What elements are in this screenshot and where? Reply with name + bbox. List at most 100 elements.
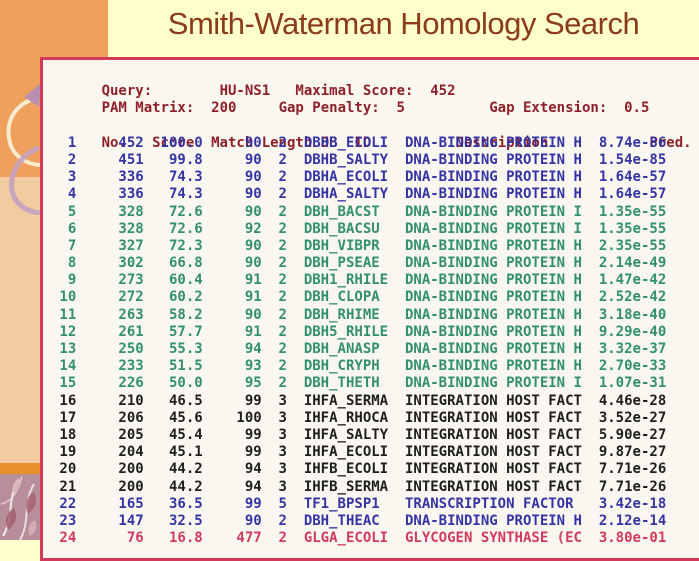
- cell-no: 14: [51, 358, 76, 375]
- cell-id: DBH_ANASP: [287, 341, 388, 358]
- cell-no: 4: [51, 186, 76, 203]
- page-title: Smith-Waterman Homology Search: [108, 6, 699, 42]
- cell-pred: 5.90e-27: [582, 427, 675, 444]
- cell-length: 90: [203, 204, 262, 221]
- cell-id: DBH_BACST: [287, 204, 388, 221]
- cell-score: 76: [76, 530, 143, 547]
- cell-score: 250: [76, 341, 143, 358]
- table-row: 1027260.2912DBH_CLOPADNA-BINDING PROTEIN…: [51, 289, 699, 306]
- table-row: 2120044.2943IHFB_SERMAINTEGRATION HOST F…: [51, 479, 699, 496]
- cell-description: GLYCOGEN SYNTHASE (EC: [388, 530, 582, 547]
- cell-description: INTEGRATION HOST FACT: [388, 444, 582, 461]
- cell-score: 261: [76, 324, 143, 341]
- cell-score: 336: [76, 169, 143, 186]
- cell-length: 91: [203, 272, 262, 289]
- table-row: 532872.6902DBH_BACSTDNA-BINDING PROTEIN …: [51, 204, 699, 221]
- cell-description: TRANSCRIPTION FACTOR: [388, 496, 582, 513]
- maximal-score-label: Maximal Score:: [295, 83, 421, 100]
- cell-match: 72.3: [144, 238, 203, 255]
- cell-db: 2: [262, 135, 287, 152]
- cell-length: 90: [203, 169, 262, 186]
- cell-score: 200: [76, 461, 143, 478]
- cell-length: 94: [203, 341, 262, 358]
- cell-id: DBHB_SALTY: [287, 152, 388, 169]
- table-row: 1423351.5932DBH_CRYPHDNA-BINDING PROTEIN…: [51, 358, 699, 375]
- cell-description: DNA-BINDING PROTEIN I: [388, 204, 582, 221]
- cell-length: 91: [203, 324, 262, 341]
- cell-db: 2: [262, 255, 287, 272]
- cell-length: 92: [203, 221, 262, 238]
- cell-length: 477: [203, 530, 262, 547]
- cell-db: 2: [262, 324, 287, 341]
- cell-id: IHFA_ECOLI: [287, 444, 388, 461]
- table-row: 1920445.1993IHFA_ECOLIINTEGRATION HOST F…: [51, 444, 699, 461]
- table-row: 1226157.7912DBH5_RHILEDNA-BINDING PROTEI…: [51, 324, 699, 341]
- cell-pred: 1.35e-55: [582, 221, 675, 238]
- table-body: 1452100.0902DBHB_ECOLIDNA-BINDING PROTEI…: [51, 135, 699, 548]
- cell-length: 90: [203, 186, 262, 203]
- cell-db: 3: [262, 427, 287, 444]
- cell-db: 3: [262, 444, 287, 461]
- cell-description: INTEGRATION HOST FACT: [388, 479, 582, 496]
- cell-length: 99: [203, 427, 262, 444]
- table-row: 2314732.5902DBH_THEACDNA-BINDING PROTEIN…: [51, 513, 699, 530]
- cell-score: 226: [76, 375, 143, 392]
- cell-db: 2: [262, 289, 287, 306]
- cell-match: 51.5: [144, 358, 203, 375]
- cell-id: DBH_RHIME: [287, 307, 388, 324]
- orange-band-decoration: [0, 463, 41, 474]
- cell-db: 2: [262, 358, 287, 375]
- cell-id: DBHB_ECOLI: [287, 135, 388, 152]
- cell-description: DNA-BINDING PROTEIN H: [388, 307, 582, 324]
- table-row: 1720645.61003IHFA_RHOCAINTEGRATION HOST …: [51, 410, 699, 427]
- cell-length: 100: [203, 410, 262, 427]
- cell-length: 95: [203, 375, 262, 392]
- table-row: 1325055.3942DBH_ANASPDNA-BINDING PROTEIN…: [51, 341, 699, 358]
- cell-description: INTEGRATION HOST FACT: [388, 461, 582, 478]
- gap-extension-label: Gap Extension:: [405, 100, 607, 117]
- cell-match: 66.8: [144, 255, 203, 272]
- cell-id: DBH_CLOPA: [287, 289, 388, 306]
- cell-match: 44.2: [144, 461, 203, 478]
- cell-match: 16.8: [144, 530, 203, 547]
- cell-no: 23: [51, 513, 76, 530]
- table-row: 1126358.2902DBH_RHIMEDNA-BINDING PROTEIN…: [51, 307, 699, 324]
- cell-match: 45.4: [144, 427, 203, 444]
- cell-match: 72.6: [144, 221, 203, 238]
- cell-id: DBH5_RHILE: [287, 324, 388, 341]
- cell-pred: 3.32e-37: [582, 341, 675, 358]
- cell-match: 58.2: [144, 307, 203, 324]
- cell-length: 99: [203, 393, 262, 410]
- cell-db: 2: [262, 307, 287, 324]
- cell-description: INTEGRATION HOST FACT: [388, 410, 582, 427]
- cell-pred: 3.80e-01: [582, 530, 675, 547]
- cell-description: DNA-BINDING PROTEIN H: [388, 513, 582, 530]
- cell-id: DBH_CRYPH: [287, 358, 388, 375]
- cell-id: IHFB_ECOLI: [287, 461, 388, 478]
- cell-pred: 1.64e-57: [582, 169, 675, 186]
- cell-length: 99: [203, 496, 262, 513]
- table-row: 830266.8902DBH_PSEAEDNA-BINDING PROTEIN …: [51, 255, 699, 272]
- table-row: 1452100.0902DBHB_ECOLIDNA-BINDING PROTEI…: [51, 135, 699, 152]
- cell-score: 263: [76, 307, 143, 324]
- cell-db: 2: [262, 221, 287, 238]
- cell-score: 200: [76, 479, 143, 496]
- cell-pred: 2.70e-33: [582, 358, 675, 375]
- cell-match: 60.4: [144, 272, 203, 289]
- cell-id: DBHA_ECOLI: [287, 169, 388, 186]
- cell-id: IHFA_SALTY: [287, 427, 388, 444]
- cell-no: 8: [51, 255, 76, 272]
- cell-pred: 3.42e-18: [582, 496, 675, 513]
- table-row: 1522650.0952DBH_THETHDNA-BINDING PROTEIN…: [51, 375, 699, 392]
- cell-score: 273: [76, 272, 143, 289]
- cell-no: 12: [51, 324, 76, 341]
- cell-description: DNA-BINDING PROTEIN I: [388, 375, 582, 392]
- cell-no: 2: [51, 152, 76, 169]
- cell-length: 94: [203, 461, 262, 478]
- maximal-score-value: 452: [422, 83, 456, 100]
- cell-match: 45.6: [144, 410, 203, 427]
- cell-match: 74.3: [144, 169, 203, 186]
- cell-db: 5: [262, 496, 287, 513]
- table-row: 433674.3902DBHA_SALTYDNA-BINDING PROTEIN…: [51, 186, 699, 203]
- cell-score: 210: [76, 393, 143, 410]
